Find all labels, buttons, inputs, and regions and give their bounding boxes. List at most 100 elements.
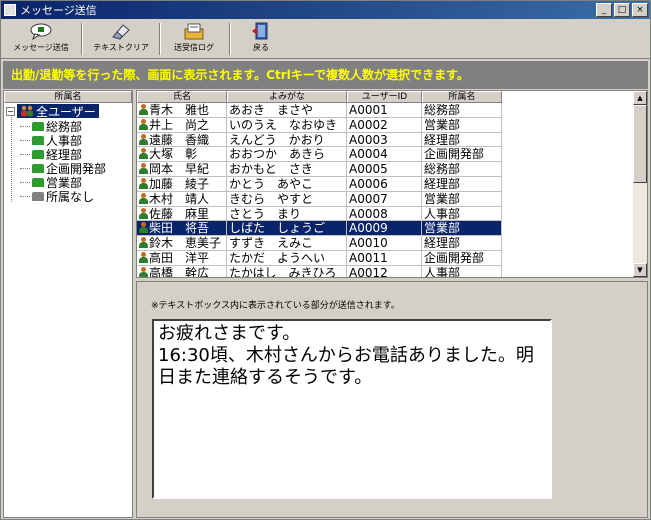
grid-header: 氏名 よみがな ユーザーID 所属名 — [137, 91, 502, 103]
cell-text: 柴田 将吾 — [149, 221, 210, 236]
back-door-icon — [252, 22, 268, 40]
table-cell-dept: 営業部 — [422, 191, 502, 207]
tree-root-node[interactable]: 全ユーザー — [17, 104, 99, 119]
message-textbox[interactable]: お疲れさまです。 16:30頃、木村さんからお電話ありました。明日また連絡するそ… — [152, 319, 552, 499]
table-cell-kana: あおき まさや — [227, 103, 347, 118]
table-cell-dept: 企画開発部 — [422, 147, 502, 163]
table-row[interactable]: 高田 洋平 たかだ ようへい A0011 企画開発部 — [137, 250, 502, 266]
cell-text: A0004 — [349, 147, 388, 162]
table-cell-id: A0001 — [347, 103, 422, 118]
cell-text: 遠藤 香織 — [149, 132, 210, 147]
table-cell-kana: おかもと さき — [227, 162, 347, 177]
cell-text: A0007 — [349, 191, 388, 206]
cell-text: 総務部 — [424, 103, 461, 117]
table-row[interactable]: 遠藤 香織 えんどう かおり A0003 経理部 — [137, 132, 502, 148]
send-message-button[interactable]: メッセージ送信 — [7, 21, 75, 57]
table-row[interactable]: 鈴木 恵美子 すずき えみこ A0010 経理部 — [137, 236, 502, 251]
user-list-grid: 氏名 よみがな ユーザーID 所属名 青木 雅也 あおき まさや A0001 総務部井… — [136, 90, 648, 278]
clear-text-label: テキストクリア — [93, 43, 149, 52]
tree-item-none[interactable]: 所属なし — [20, 189, 94, 204]
table-cell-kana: いのうえ なおゆき — [227, 117, 347, 133]
clear-text-button[interactable]: テキストクリア — [89, 21, 153, 57]
department-icon — [32, 163, 44, 173]
collapse-icon[interactable]: − — [6, 106, 15, 116]
table-cell-kana: たかだ ようへい — [227, 250, 347, 266]
toolbar: メッセージ送信 テキストクリア 送受信ログ 戻る — [1, 19, 650, 59]
user-icon — [139, 148, 148, 160]
tree-item-all-users[interactable]: − 全ユーザー — [6, 104, 99, 119]
column-header-name[interactable]: 氏名 — [137, 91, 227, 103]
minimize-button[interactable]: _ — [596, 3, 612, 17]
department-icon — [32, 177, 44, 187]
table-cell-name: 柴田 将吾 — [137, 221, 227, 237]
cell-text: 営業部 — [424, 117, 461, 132]
cell-text: 経理部 — [424, 132, 461, 147]
table-cell-kana: きむら やすと — [227, 191, 347, 207]
cell-text: 人事部 — [424, 206, 461, 221]
table-cell-id: A0012 — [347, 265, 422, 277]
grid-scrollbar[interactable]: ▲ ▼ — [633, 91, 647, 277]
department-icon — [32, 135, 44, 145]
title-bar: メッセージ送信 _ □ × — [1, 1, 650, 19]
cell-text: 人事部 — [424, 265, 461, 278]
table-cell-kana: さとう まり — [227, 206, 347, 222]
close-button[interactable]: × — [632, 3, 648, 17]
table-cell-dept: 経理部 — [422, 132, 502, 148]
back-label: 戻る — [253, 43, 269, 52]
table-cell-dept: 経理部 — [422, 236, 502, 251]
department-icon — [32, 121, 44, 131]
scroll-up-icon[interactable]: ▲ — [633, 91, 647, 105]
scroll-down-icon[interactable]: ▼ — [633, 263, 647, 277]
table-cell-name: 木村 靖人 — [137, 191, 227, 207]
cell-text: すずき えみこ — [229, 236, 314, 251]
table-row[interactable]: 加藤 綾子 かとう あやこ A0006 経理部 — [137, 176, 502, 192]
column-header-department[interactable]: 所属名 — [422, 91, 502, 103]
cell-text: 経理部 — [424, 236, 461, 251]
column-header-kana[interactable]: よみがな — [227, 91, 347, 103]
table-row[interactable]: 青木 雅也 あおき まさや A0001 総務部 — [137, 103, 502, 118]
cell-text: 大塚 彰 — [149, 147, 198, 162]
scroll-thumb[interactable] — [633, 105, 647, 183]
cell-text: 岡本 早紀 — [149, 162, 210, 177]
cell-text: さとう まり — [229, 206, 302, 221]
table-cell-id: A0010 — [347, 236, 422, 251]
send-receive-log-button[interactable]: 送受信ログ — [165, 21, 223, 57]
table-row[interactable]: 柴田 将吾 しばた しょうご A0009 営業部 — [137, 221, 502, 237]
eraser-icon — [112, 24, 130, 40]
table-cell-name: 鈴木 恵美子 — [137, 236, 227, 251]
log-folder-icon — [184, 23, 204, 40]
table-cell-dept: 企画開発部 — [422, 250, 502, 266]
table-row[interactable]: 高橋 幹広 たかはし みきひろ A0012 人事部 — [137, 265, 502, 278]
user-icon — [139, 118, 148, 130]
back-button[interactable]: 戻る — [241, 21, 281, 57]
cell-text: A0010 — [349, 236, 388, 251]
column-header-user-id[interactable]: ユーザーID — [347, 91, 422, 103]
title-buttons: _ □ × — [596, 3, 648, 17]
cell-text: 高田 洋平 — [149, 250, 210, 265]
table-row[interactable]: 岡本 早紀 おかもと さき A0005 総務部 — [137, 162, 502, 177]
user-icon — [139, 207, 148, 219]
app-icon — [4, 4, 16, 16]
table-row[interactable]: 大塚 彰 おおつか あきら A0004 企画開発部 — [137, 147, 502, 163]
cell-text: 高橋 幹広 — [149, 265, 210, 278]
table-cell-id: A0002 — [347, 117, 422, 133]
department-icon — [32, 191, 44, 201]
cell-text: A0009 — [349, 221, 388, 236]
cell-text: きむら やすと — [229, 191, 314, 206]
cell-text: 鈴木 恵美子 — [149, 236, 222, 251]
department-tree-panel: 所属名 − 全ユーザー 総務部 人事部 経理部 企画開発部 営業部 所属なし — [3, 90, 133, 518]
user-icon — [139, 237, 148, 249]
table-cell-name: 井上 尚之 — [137, 117, 227, 133]
table-cell-dept: 人事部 — [422, 265, 502, 278]
user-icon — [139, 222, 148, 234]
table-row[interactable]: 木村 靖人 きむら やすと A0007 営業部 — [137, 191, 502, 207]
table-row[interactable]: 佐藤 麻里 さとう まり A0008 人事部 — [137, 206, 502, 222]
cell-text: A0008 — [349, 206, 388, 221]
table-cell-name: 大塚 彰 — [137, 147, 227, 163]
table-cell-name: 高橋 幹広 — [137, 265, 227, 278]
table-row[interactable]: 井上 尚之 いのうえ なおゆき A0002 営業部 — [137, 117, 502, 133]
cell-text: かとう あやこ — [229, 176, 314, 191]
cell-text: 青木 雅也 — [149, 103, 210, 117]
maximize-button[interactable]: □ — [614, 3, 630, 17]
cell-text: 経理部 — [424, 176, 461, 191]
